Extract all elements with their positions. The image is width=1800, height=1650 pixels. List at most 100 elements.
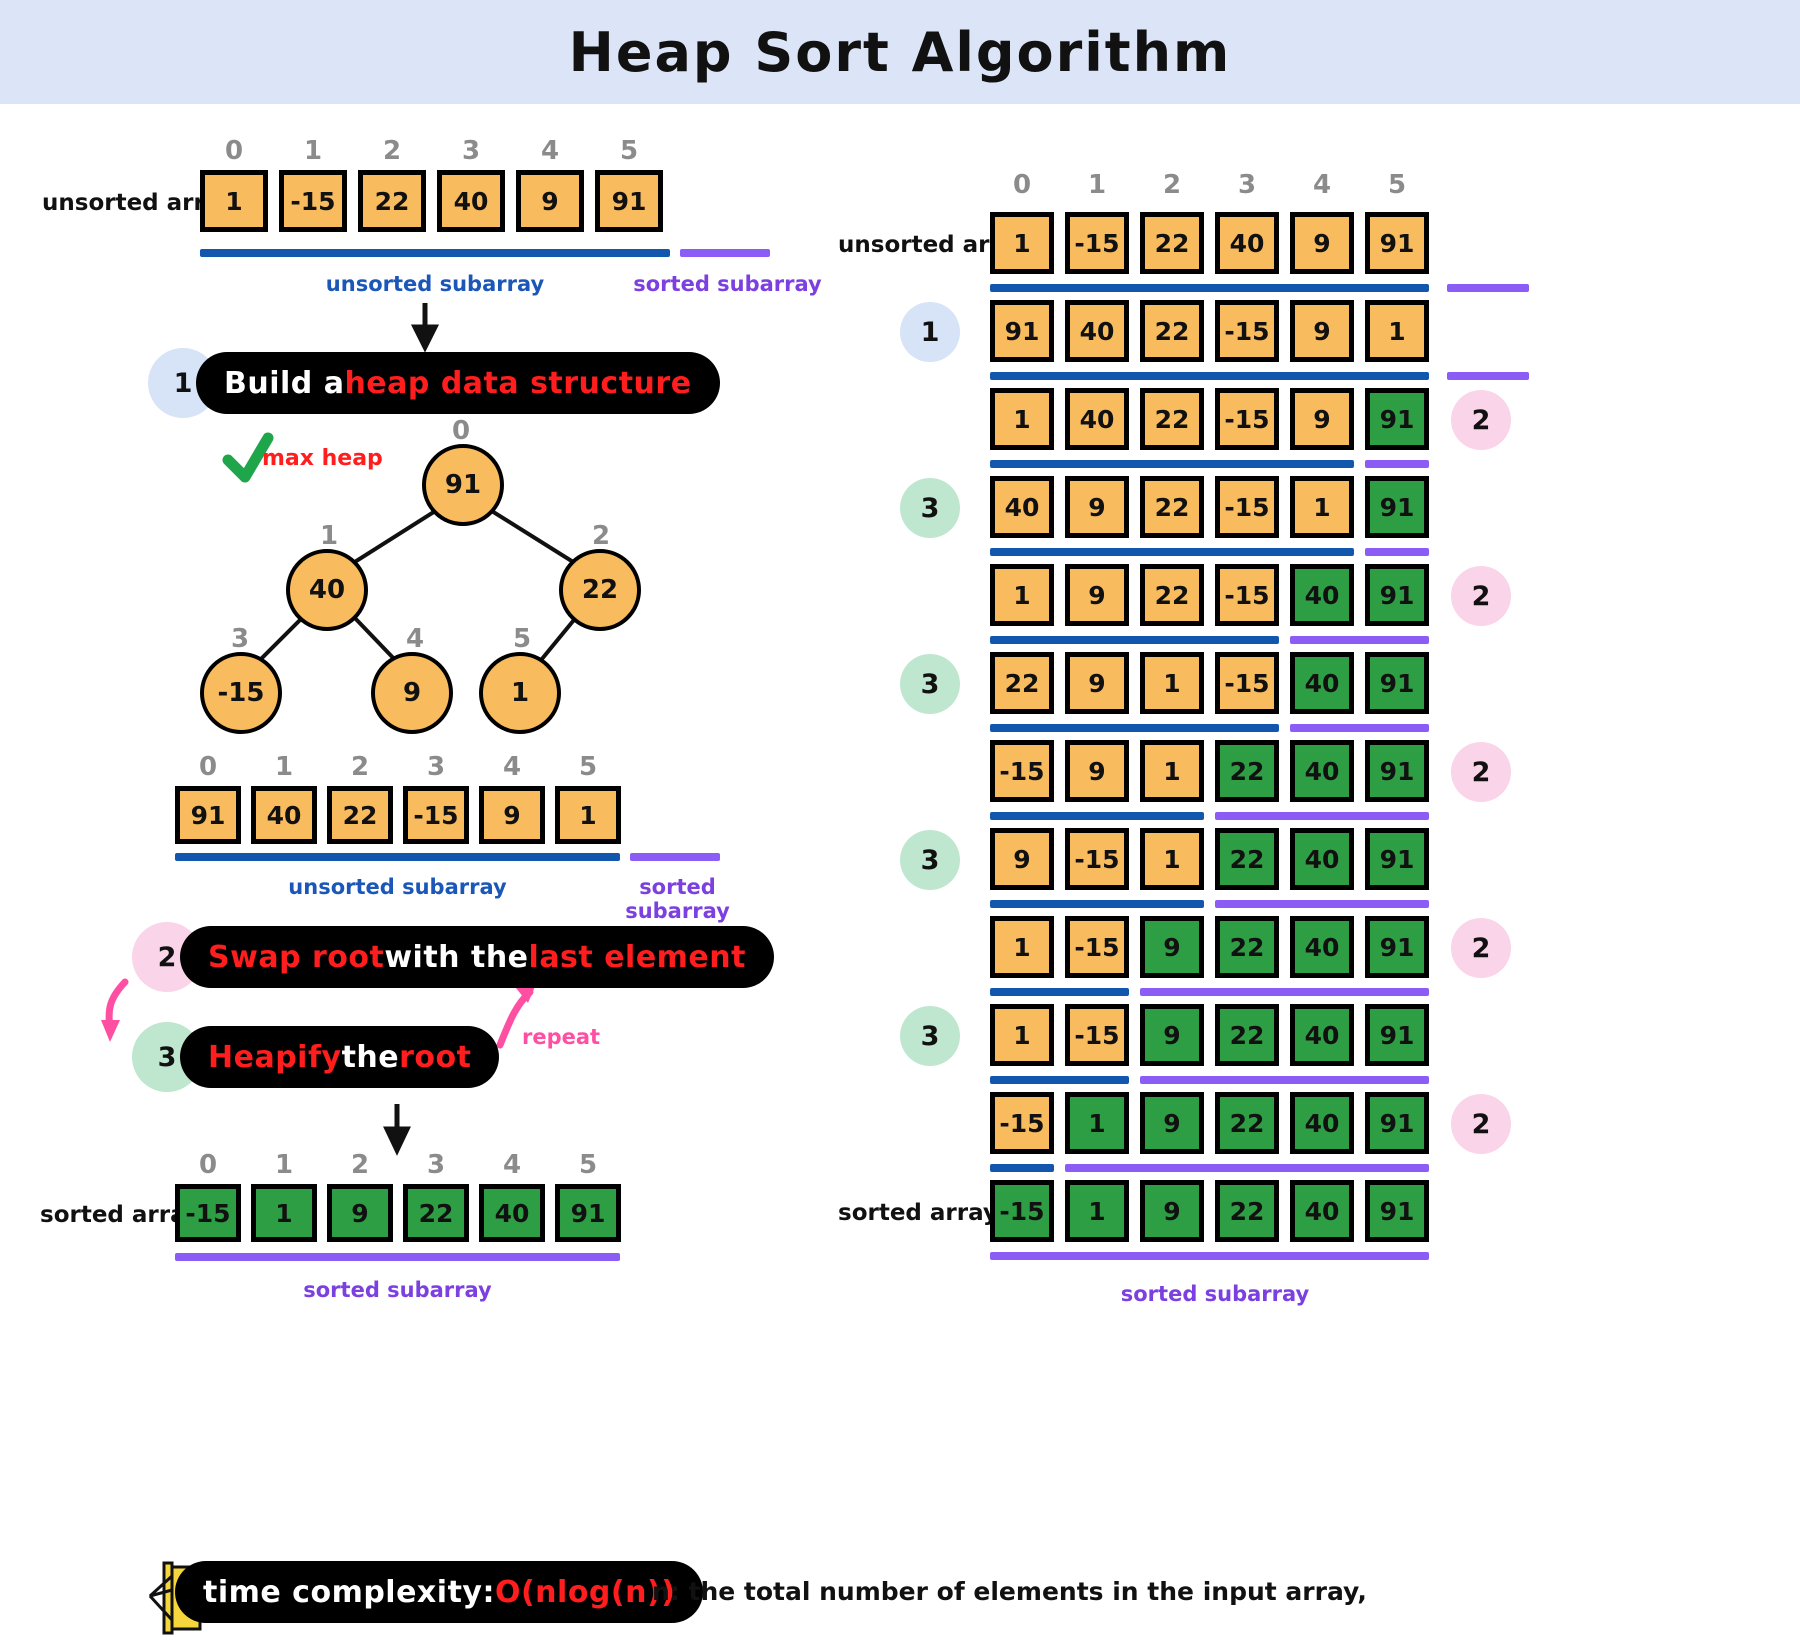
- array-cell[interactable]: 91: [1365, 1004, 1429, 1066]
- array-cell[interactable]: -15: [1215, 652, 1279, 714]
- array-cell[interactable]: 1: [990, 212, 1054, 274]
- right-row-sorted-bar-stub: [1447, 284, 1529, 292]
- array-cell[interactable]: 22: [1215, 916, 1279, 978]
- array-cell[interactable]: 91: [1365, 212, 1429, 274]
- array-cell[interactable]: 9: [1065, 564, 1129, 626]
- tree-node[interactable]: 9: [371, 652, 453, 734]
- array-cell[interactable]: 40: [1290, 564, 1354, 626]
- tree-node[interactable]: -15: [200, 652, 282, 734]
- array-cell[interactable]: 91: [1365, 828, 1429, 890]
- array-cell[interactable]: 1: [1140, 740, 1204, 802]
- array-cell[interactable]: -15: [403, 786, 469, 844]
- array-cell[interactable]: 1: [990, 388, 1054, 450]
- array-cell[interactable]: 91: [175, 786, 241, 844]
- array-cell[interactable]: 1: [990, 1004, 1054, 1066]
- array-cell[interactable]: 22: [990, 652, 1054, 714]
- array-cell[interactable]: 40: [479, 1184, 545, 1242]
- array-cell[interactable]: 22: [1215, 1180, 1279, 1242]
- array-cell[interactable]: 91: [990, 300, 1054, 362]
- array-cell[interactable]: 1: [1065, 1092, 1129, 1154]
- array-cell[interactable]: 9: [1140, 1004, 1204, 1066]
- array-cell[interactable]: 40: [990, 476, 1054, 538]
- array-cell[interactable]: 40: [1290, 828, 1354, 890]
- array-cell[interactable]: -15: [1215, 476, 1279, 538]
- array-cell[interactable]: 9: [1290, 212, 1354, 274]
- left-step-2-pill[interactable]: Swap root with the last element: [180, 926, 774, 988]
- array-cell[interactable]: 9: [1065, 476, 1129, 538]
- array-cell[interactable]: 91: [1365, 476, 1429, 538]
- array-cell[interactable]: 91: [1365, 564, 1429, 626]
- array-cell[interactable]: -15: [1065, 828, 1129, 890]
- array-cell[interactable]: -15: [175, 1184, 241, 1242]
- array-cell[interactable]: 9: [1290, 388, 1354, 450]
- array-cell[interactable]: -15: [1215, 300, 1279, 362]
- array-cell[interactable]: 9: [1140, 1092, 1204, 1154]
- array-cell[interactable]: 22: [1215, 828, 1279, 890]
- array-cell[interactable]: 22: [1140, 300, 1204, 362]
- array-cell[interactable]: 22: [1140, 476, 1204, 538]
- array-cell[interactable]: 40: [1215, 212, 1279, 274]
- array-cell[interactable]: 91: [1365, 740, 1429, 802]
- array-cell[interactable]: 40: [1290, 1180, 1354, 1242]
- array-cell[interactable]: 9: [1140, 1180, 1204, 1242]
- array-cell[interactable]: 1: [1140, 828, 1204, 890]
- array-cell[interactable]: 9: [990, 828, 1054, 890]
- array-cell[interactable]: 40: [1290, 652, 1354, 714]
- array-cell[interactable]: 1: [1140, 652, 1204, 714]
- array-cell[interactable]: 40: [1290, 1092, 1354, 1154]
- array-cell[interactable]: 1: [1290, 476, 1354, 538]
- right-row-label: unsorted array: [838, 232, 1031, 258]
- array-cell[interactable]: 22: [1215, 1004, 1279, 1066]
- array-cell[interactable]: 22: [327, 786, 393, 844]
- left-step-1[interactable]: 1 Build a heap data structure: [148, 348, 720, 418]
- left-step-2[interactable]: 2 Swap root with the last element: [132, 922, 774, 992]
- left-step-3-pill[interactable]: Heapify the root: [180, 1026, 500, 1088]
- array-cell[interactable]: -15: [990, 740, 1054, 802]
- array-cell[interactable]: 1: [1065, 1180, 1129, 1242]
- array-cell[interactable]: 9: [1290, 300, 1354, 362]
- array-cell[interactable]: 9: [479, 786, 545, 844]
- array-cell[interactable]: 1: [555, 786, 621, 844]
- array-cell[interactable]: 9: [1140, 916, 1204, 978]
- array-cell[interactable]: 91: [555, 1184, 621, 1242]
- array-cell[interactable]: 40: [251, 786, 317, 844]
- array-cell[interactable]: -15: [990, 1092, 1054, 1154]
- array-cell[interactable]: 9: [327, 1184, 393, 1242]
- left-step-3[interactable]: 3 Heapify the root: [132, 1022, 500, 1092]
- array-cell[interactable]: 1: [1365, 300, 1429, 362]
- array-cell[interactable]: -15: [1065, 1004, 1129, 1066]
- array-cell[interactable]: 1: [251, 1184, 317, 1242]
- array-cell[interactable]: 22: [1215, 1092, 1279, 1154]
- tree-node[interactable]: 40: [286, 549, 368, 631]
- array-cell[interactable]: 40: [1290, 740, 1354, 802]
- array-cell[interactable]: 91: [1365, 388, 1429, 450]
- array-cell[interactable]: 9: [1065, 652, 1129, 714]
- array-cell[interactable]: -15: [1065, 212, 1129, 274]
- array-cell[interactable]: 91: [1365, 916, 1429, 978]
- array-cell[interactable]: 22: [1215, 740, 1279, 802]
- array-cell[interactable]: -15: [1215, 388, 1279, 450]
- array-cell[interactable]: -15: [1215, 564, 1279, 626]
- array-cell[interactable]: 91: [1365, 652, 1429, 714]
- array-cell[interactable]: 91: [1365, 1180, 1429, 1242]
- tree-node[interactable]: 1: [479, 652, 561, 734]
- array-cell[interactable]: 22: [1140, 388, 1204, 450]
- array-cell[interactable]: 1: [990, 916, 1054, 978]
- array-cell[interactable]: -15: [990, 1180, 1054, 1242]
- array-cell[interactable]: 40: [1065, 300, 1129, 362]
- array-cell[interactable]: 91: [1365, 1092, 1429, 1154]
- tree-node[interactable]: 91: [422, 444, 504, 526]
- array-cell[interactable]: 22: [1140, 212, 1204, 274]
- array-cell[interactable]: 40: [1290, 916, 1354, 978]
- array-cell[interactable]: 40: [1290, 1004, 1354, 1066]
- array-cell[interactable]: 9: [1065, 740, 1129, 802]
- left-step-1-pill[interactable]: Build a heap data structure: [196, 352, 720, 414]
- array-cell[interactable]: -15: [1065, 916, 1129, 978]
- index-label: 1: [274, 752, 294, 782]
- array-cell[interactable]: 22: [403, 1184, 469, 1242]
- array-cell[interactable]: 40: [1065, 388, 1129, 450]
- index-label: 3: [1237, 170, 1257, 200]
- array-cell[interactable]: 1: [990, 564, 1054, 626]
- array-cell[interactable]: 22: [1140, 564, 1204, 626]
- tree-node[interactable]: 22: [559, 549, 641, 631]
